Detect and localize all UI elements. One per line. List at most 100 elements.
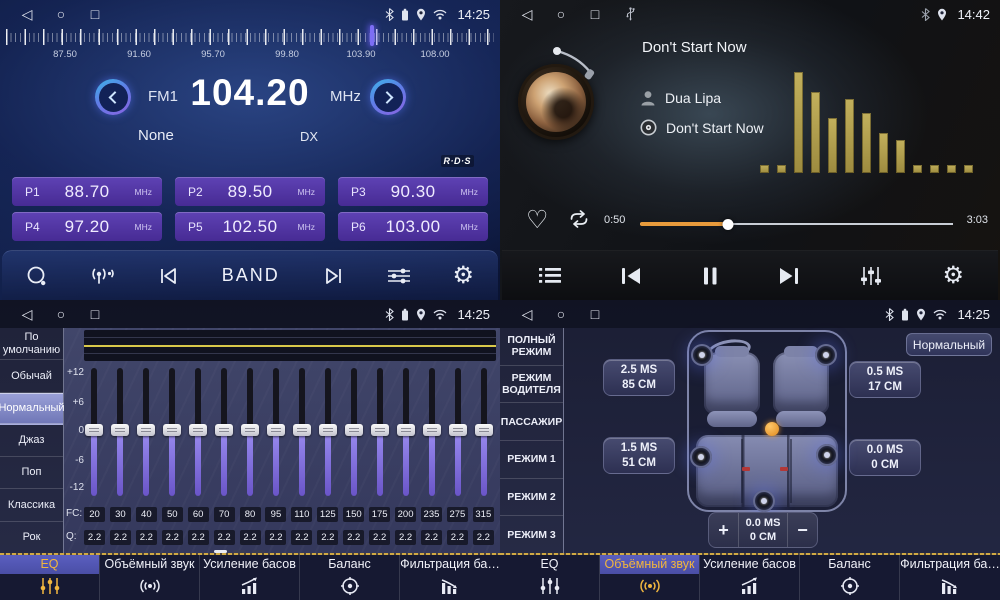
back-icon[interactable]: ◁: [10, 306, 44, 323]
tune-down-button[interactable]: [95, 79, 131, 115]
back-icon[interactable]: ◁: [510, 6, 544, 23]
preset-button-p5[interactable]: P5 102.50 MHz: [175, 212, 325, 241]
eq-preset-jazz[interactable]: Джаз: [0, 425, 63, 457]
preset-button-p1[interactable]: P1 88.70 MHz: [12, 177, 162, 206]
eq-band-slider[interactable]: [370, 368, 390, 498]
eq-band-slider[interactable]: [240, 368, 260, 498]
listening-position-dot[interactable]: [765, 422, 779, 436]
eq-sliders-icon: [38, 574, 62, 598]
settings-gear-icon[interactable]: ⚙: [942, 264, 964, 288]
tab-bass-boost[interactable]: Усиление басов: [200, 553, 300, 600]
delay-rear-left-button[interactable]: 1.5 MS 51 CM: [603, 437, 675, 474]
playlist-icon[interactable]: [538, 267, 562, 284]
tab-label: Фильтрация ба…: [900, 555, 1000, 574]
broadcast-icon[interactable]: [88, 266, 116, 286]
recents-icon[interactable]: □: [78, 6, 112, 22]
pause-icon[interactable]: [700, 266, 720, 286]
delay-decrease-button[interactable]: −: [787, 513, 817, 547]
seek-thumb[interactable]: [722, 219, 733, 230]
tune-up-button[interactable]: [370, 79, 406, 115]
equalizer-sliders-icon[interactable]: [858, 266, 884, 286]
tab-filter[interactable]: Фильтрация ба…: [900, 553, 1000, 600]
seek-bar[interactable]: [640, 219, 953, 229]
tab-eq[interactable]: EQ: [500, 553, 600, 600]
tab-surround[interactable]: Объёмный звук: [600, 553, 700, 600]
home-icon[interactable]: ○: [544, 306, 578, 322]
eq-band-slider[interactable]: [214, 368, 234, 498]
home-icon[interactable]: ○: [44, 306, 78, 322]
artist-name: Dua Lipa: [665, 90, 721, 106]
recents-icon[interactable]: □: [578, 306, 612, 322]
delay-rear-right-button[interactable]: 0.0 MS 0 CM: [849, 439, 921, 476]
eq-band-slider[interactable]: [422, 368, 442, 498]
back-icon[interactable]: ◁: [510, 306, 544, 323]
eq-band-slider[interactable]: [292, 368, 312, 498]
settings-gear-icon[interactable]: ⚙: [452, 264, 474, 288]
speaker-center-rear-icon[interactable]: [753, 490, 775, 512]
eq-band-slider[interactable]: [474, 368, 494, 498]
previous-station-icon[interactable]: [157, 266, 181, 286]
eq-preset-custom[interactable]: Обычай: [0, 360, 63, 392]
eq-preset-normal-selected[interactable]: Нормальный: [0, 393, 63, 425]
repeat-icon[interactable]: [566, 210, 592, 228]
mode-3[interactable]: РЕЖИМ 3: [500, 516, 563, 553]
delay-front-right-button[interactable]: 0.5 MS 17 CM: [849, 361, 921, 398]
track-title: Don't Start Now: [642, 39, 747, 56]
tab-filter[interactable]: Фильтрация ба…: [400, 553, 500, 600]
tab-balance[interactable]: Баланс: [800, 553, 900, 600]
db-scale-label: -12: [64, 482, 84, 493]
preset-id: P3: [351, 185, 366, 199]
sound-profile-button[interactable]: Нормальный: [906, 333, 992, 356]
eq-band-slider[interactable]: [84, 368, 104, 498]
home-icon[interactable]: ○: [44, 6, 78, 22]
scan-icon[interactable]: [26, 266, 47, 286]
speaker-front-right-icon[interactable]: [815, 344, 837, 366]
home-icon[interactable]: ○: [544, 6, 578, 22]
eq-preset-rock[interactable]: Рок: [0, 522, 63, 553]
eq-preset-pop[interactable]: Поп: [0, 457, 63, 489]
mode-driver[interactable]: РЕЖИМ ВОДИТЕЛЯ: [500, 366, 563, 404]
tab-eq[interactable]: EQ: [0, 553, 100, 600]
tab-surround[interactable]: Объёмный звук: [100, 553, 200, 600]
favorite-heart-icon[interactable]: ♡: [526, 205, 548, 235]
recents-icon[interactable]: □: [578, 6, 612, 22]
next-station-icon[interactable]: [321, 266, 345, 286]
eq-band-slider[interactable]: [136, 368, 156, 498]
fc-value: 80: [240, 507, 261, 522]
frequency-scale[interactable]: [6, 29, 494, 46]
speaker-rear-left-icon[interactable]: [690, 446, 712, 468]
mode-1[interactable]: РЕЖИМ 1: [500, 441, 563, 479]
preset-button-p4[interactable]: P4 97.20 MHz: [12, 212, 162, 241]
mode-passenger[interactable]: ПАССАЖИР: [500, 403, 563, 441]
eq-band-slider[interactable]: [162, 368, 182, 498]
recents-icon[interactable]: □: [78, 306, 112, 322]
speaker-rear-right-icon[interactable]: [816, 444, 838, 466]
eq-preset-default[interactable]: По умолчанию: [0, 328, 63, 360]
eq-band-slider[interactable]: [110, 368, 130, 498]
previous-track-icon[interactable]: [620, 266, 642, 286]
eq-band-slider[interactable]: [266, 368, 286, 498]
speaker-front-left-icon[interactable]: [691, 344, 713, 366]
delay-increase-button[interactable]: +: [709, 513, 739, 547]
eq-band-slider[interactable]: [396, 368, 416, 498]
tab-bass-boost[interactable]: Усиление басов: [700, 553, 800, 600]
preset-frequency: 103.00: [366, 217, 461, 237]
eq-band-slider[interactable]: [448, 368, 468, 498]
q-value: 2.2: [395, 530, 416, 545]
preset-button-p2[interactable]: P2 89.50 MHz: [175, 177, 325, 206]
mode-full[interactable]: ПОЛНЫЙ РЕЖИМ: [500, 328, 563, 366]
band-button[interactable]: BAND: [222, 265, 280, 286]
eq-band-slider[interactable]: [344, 368, 364, 498]
status-icons: 14:42: [921, 7, 990, 22]
back-icon[interactable]: ◁: [10, 6, 44, 23]
mode-2[interactable]: РЕЖИМ 2: [500, 479, 563, 517]
delay-front-left-button[interactable]: 2.5 MS 85 CM: [603, 359, 675, 396]
eq-preset-classic[interactable]: Классика: [0, 489, 63, 521]
tune-settings-icon[interactable]: [386, 267, 412, 285]
eq-band-slider[interactable]: [318, 368, 338, 498]
preset-button-p6[interactable]: P6 103.00 MHz: [338, 212, 488, 241]
preset-button-p3[interactable]: P3 90.30 MHz: [338, 177, 488, 206]
next-track-icon[interactable]: [778, 266, 800, 286]
eq-band-slider[interactable]: [188, 368, 208, 498]
tab-balance[interactable]: Баланс: [300, 553, 400, 600]
